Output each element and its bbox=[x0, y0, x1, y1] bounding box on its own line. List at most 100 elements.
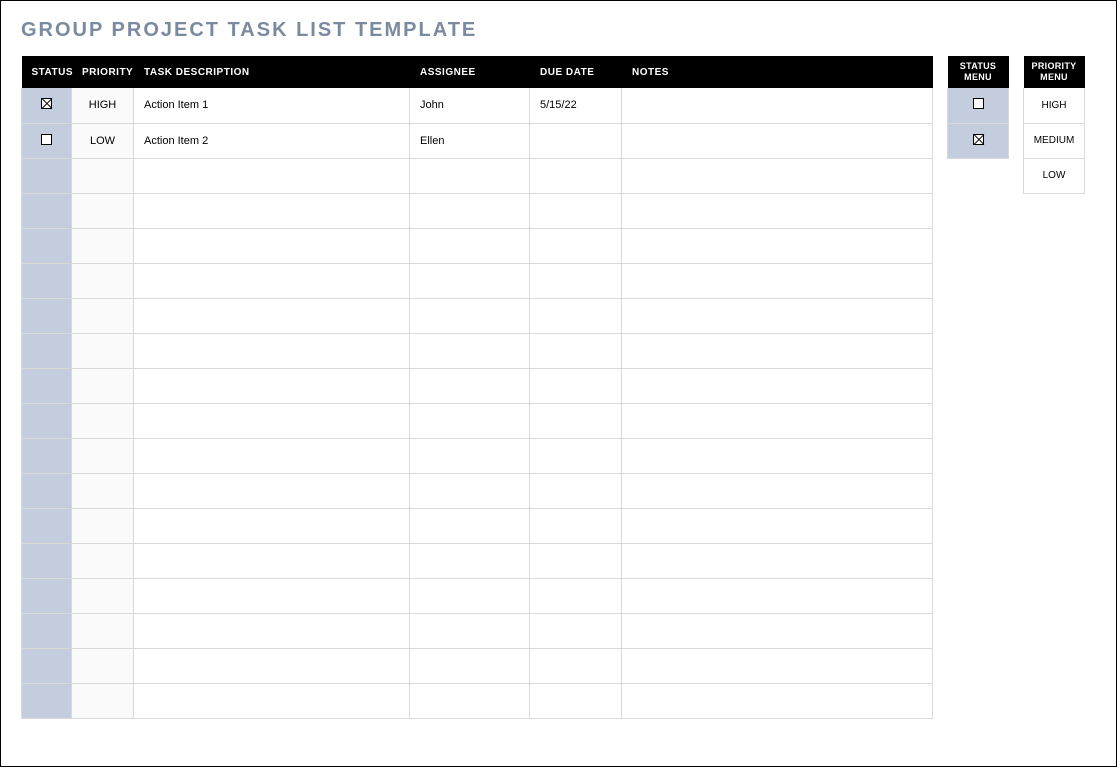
description-cell[interactable] bbox=[134, 543, 410, 578]
priority-cell[interactable] bbox=[72, 228, 134, 263]
notes-cell[interactable] bbox=[622, 473, 933, 508]
assignee-cell[interactable]: Ellen bbox=[410, 123, 530, 158]
status-cell[interactable] bbox=[22, 613, 72, 648]
due-date-cell[interactable] bbox=[530, 508, 622, 543]
notes-cell[interactable] bbox=[622, 403, 933, 438]
status-menu-item[interactable] bbox=[948, 123, 1009, 158]
priority-cell[interactable] bbox=[72, 333, 134, 368]
description-cell[interactable] bbox=[134, 648, 410, 683]
description-cell[interactable] bbox=[134, 263, 410, 298]
notes-cell[interactable] bbox=[622, 438, 933, 473]
assignee-cell[interactable] bbox=[410, 263, 530, 298]
description-cell[interactable] bbox=[134, 193, 410, 228]
priority-cell[interactable] bbox=[72, 298, 134, 333]
assignee-cell[interactable] bbox=[410, 648, 530, 683]
status-cell[interactable] bbox=[22, 88, 72, 123]
description-cell[interactable] bbox=[134, 403, 410, 438]
due-date-cell[interactable]: 5/15/22 bbox=[530, 88, 622, 123]
description-cell[interactable] bbox=[134, 158, 410, 193]
priority-cell[interactable] bbox=[72, 368, 134, 403]
priority-cell[interactable] bbox=[72, 543, 134, 578]
status-cell[interactable] bbox=[22, 403, 72, 438]
priority-cell[interactable] bbox=[72, 473, 134, 508]
due-date-cell[interactable] bbox=[530, 403, 622, 438]
status-cell[interactable] bbox=[22, 228, 72, 263]
description-cell[interactable]: Action Item 2 bbox=[134, 123, 410, 158]
due-date-cell[interactable] bbox=[530, 473, 622, 508]
description-cell[interactable]: Action Item 1 bbox=[134, 88, 410, 123]
assignee-cell[interactable] bbox=[410, 298, 530, 333]
notes-cell[interactable] bbox=[622, 88, 933, 123]
notes-cell[interactable] bbox=[622, 683, 933, 718]
priority-cell[interactable] bbox=[72, 438, 134, 473]
priority-menu-item[interactable]: HIGH bbox=[1024, 88, 1085, 123]
due-date-cell[interactable] bbox=[530, 193, 622, 228]
due-date-cell[interactable] bbox=[530, 578, 622, 613]
status-cell[interactable] bbox=[22, 333, 72, 368]
description-cell[interactable] bbox=[134, 613, 410, 648]
assignee-cell[interactable] bbox=[410, 683, 530, 718]
due-date-cell[interactable] bbox=[530, 648, 622, 683]
status-cell[interactable] bbox=[22, 158, 72, 193]
status-cell[interactable] bbox=[22, 543, 72, 578]
assignee-cell[interactable] bbox=[410, 613, 530, 648]
assignee-cell[interactable]: John bbox=[410, 88, 530, 123]
status-cell[interactable] bbox=[22, 193, 72, 228]
assignee-cell[interactable] bbox=[410, 543, 530, 578]
notes-cell[interactable] bbox=[622, 368, 933, 403]
notes-cell[interactable] bbox=[622, 613, 933, 648]
due-date-cell[interactable] bbox=[530, 613, 622, 648]
assignee-cell[interactable] bbox=[410, 333, 530, 368]
priority-menu-item[interactable]: LOW bbox=[1024, 158, 1085, 193]
assignee-cell[interactable] bbox=[410, 438, 530, 473]
description-cell[interactable] bbox=[134, 473, 410, 508]
due-date-cell[interactable] bbox=[530, 333, 622, 368]
assignee-cell[interactable] bbox=[410, 193, 530, 228]
notes-cell[interactable] bbox=[622, 543, 933, 578]
priority-cell[interactable] bbox=[72, 578, 134, 613]
notes-cell[interactable] bbox=[622, 123, 933, 158]
due-date-cell[interactable] bbox=[530, 158, 622, 193]
description-cell[interactable] bbox=[134, 228, 410, 263]
priority-cell[interactable] bbox=[72, 648, 134, 683]
assignee-cell[interactable] bbox=[410, 403, 530, 438]
status-cell[interactable] bbox=[22, 123, 72, 158]
status-cell[interactable] bbox=[22, 578, 72, 613]
assignee-cell[interactable] bbox=[410, 228, 530, 263]
notes-cell[interactable] bbox=[622, 228, 933, 263]
checkbox-checked-icon[interactable] bbox=[41, 98, 52, 109]
assignee-cell[interactable] bbox=[410, 508, 530, 543]
due-date-cell[interactable] bbox=[530, 123, 622, 158]
notes-cell[interactable] bbox=[622, 333, 933, 368]
status-menu-item[interactable] bbox=[948, 88, 1009, 123]
status-cell[interactable] bbox=[22, 683, 72, 718]
notes-cell[interactable] bbox=[622, 298, 933, 333]
assignee-cell[interactable] bbox=[410, 368, 530, 403]
notes-cell[interactable] bbox=[622, 578, 933, 613]
priority-cell[interactable] bbox=[72, 683, 134, 718]
priority-cell[interactable] bbox=[72, 508, 134, 543]
due-date-cell[interactable] bbox=[530, 263, 622, 298]
notes-cell[interactable] bbox=[622, 648, 933, 683]
due-date-cell[interactable] bbox=[530, 543, 622, 578]
due-date-cell[interactable] bbox=[530, 298, 622, 333]
description-cell[interactable] bbox=[134, 508, 410, 543]
priority-cell[interactable]: HIGH bbox=[72, 88, 134, 123]
description-cell[interactable] bbox=[134, 368, 410, 403]
notes-cell[interactable] bbox=[622, 508, 933, 543]
status-cell[interactable] bbox=[22, 438, 72, 473]
assignee-cell[interactable] bbox=[410, 473, 530, 508]
checkbox-unchecked-icon[interactable] bbox=[41, 134, 52, 145]
status-cell[interactable] bbox=[22, 648, 72, 683]
description-cell[interactable] bbox=[134, 333, 410, 368]
status-cell[interactable] bbox=[22, 473, 72, 508]
priority-cell[interactable] bbox=[72, 263, 134, 298]
notes-cell[interactable] bbox=[622, 193, 933, 228]
notes-cell[interactable] bbox=[622, 263, 933, 298]
due-date-cell[interactable] bbox=[530, 683, 622, 718]
description-cell[interactable] bbox=[134, 298, 410, 333]
status-cell[interactable] bbox=[22, 368, 72, 403]
due-date-cell[interactable] bbox=[530, 438, 622, 473]
description-cell[interactable] bbox=[134, 578, 410, 613]
priority-cell[interactable] bbox=[72, 158, 134, 193]
